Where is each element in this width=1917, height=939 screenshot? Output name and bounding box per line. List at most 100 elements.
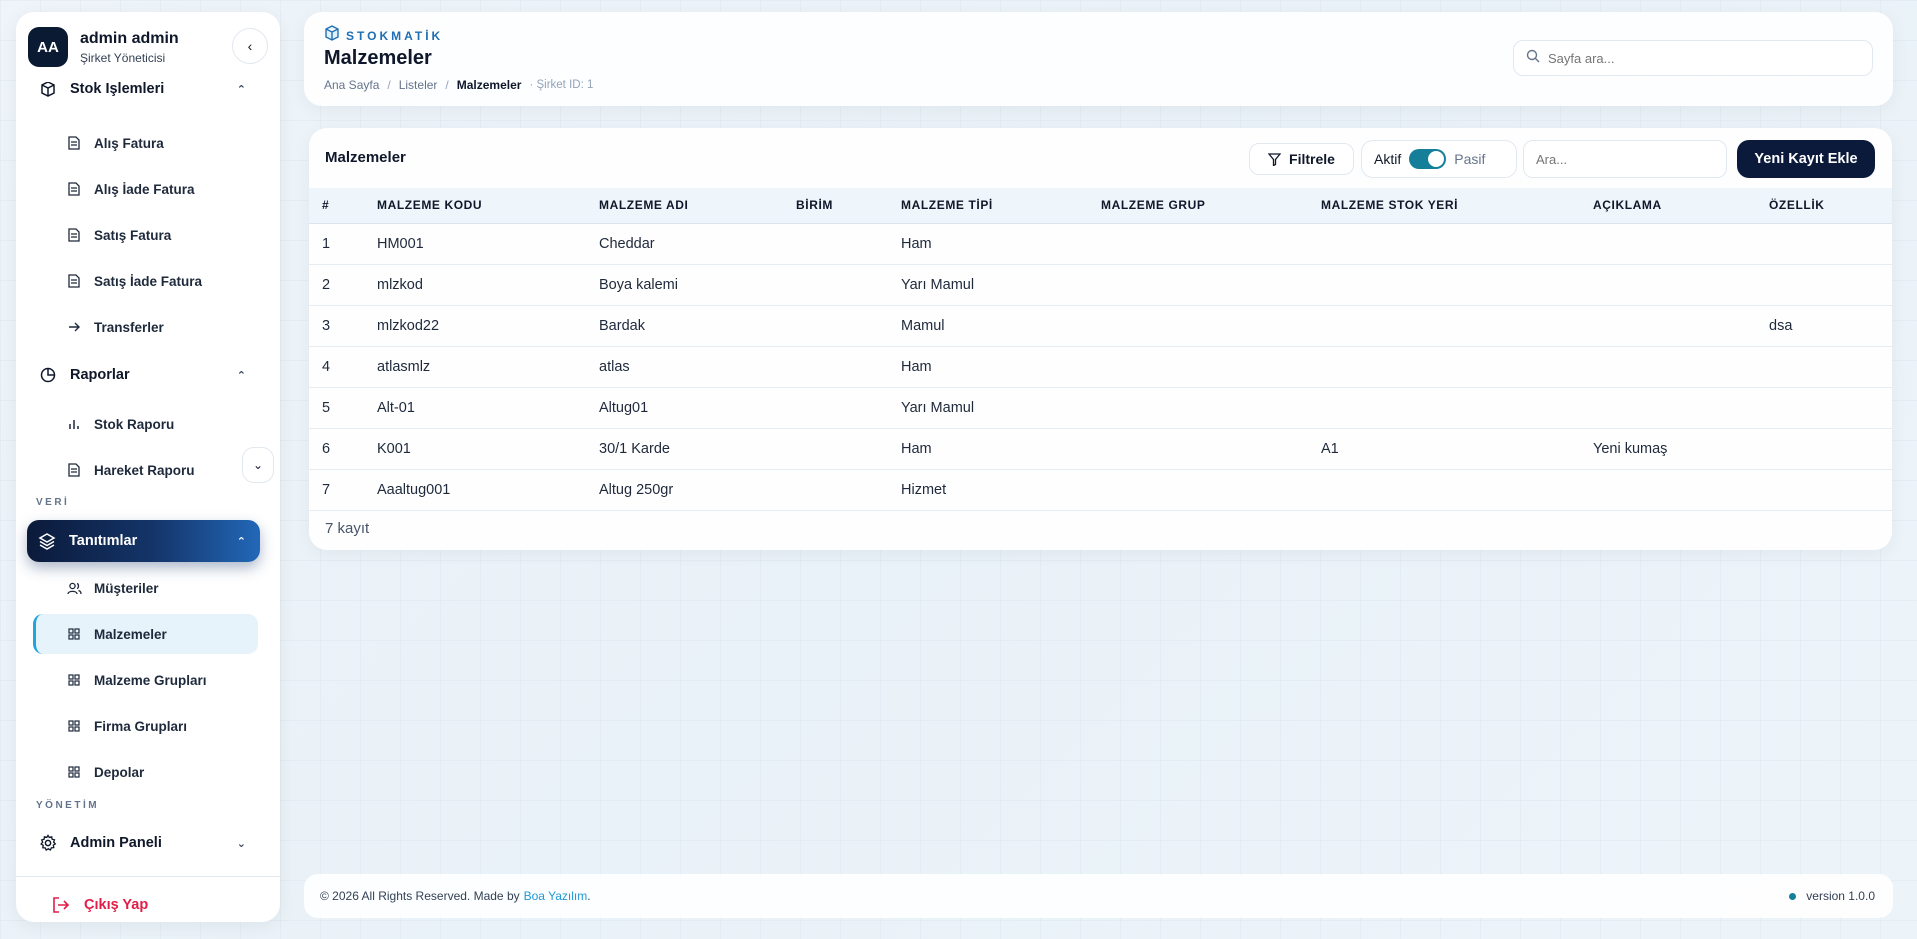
table-cell: Alt-01 <box>364 387 586 429</box>
sidebar-item-transferler[interactable]: Transferler <box>36 307 258 347</box>
sidebar-item-hareket-raporu[interactable]: Hareket Raporu <box>36 450 258 490</box>
table-cell <box>1580 264 1756 306</box>
active-passive-toggle[interactable] <box>1409 149 1447 169</box>
table-search-box[interactable] <box>1523 140 1727 178</box>
sidebar-item-alis-iade-fatura[interactable]: Alış İade Fatura <box>36 169 258 209</box>
scroll-down-button[interactable]: ⌄ <box>242 447 274 483</box>
table-cell <box>783 469 888 511</box>
table-cell <box>1756 346 1892 388</box>
column-header-unit[interactable]: BİRİM <box>783 188 888 224</box>
sidebar-item-musteriler[interactable]: Müşteriler <box>36 568 258 608</box>
table-cell <box>1580 469 1756 511</box>
logout-label: Çıkış Yap <box>84 897 149 913</box>
breadcrumb-link-lists[interactable]: Listeler <box>399 78 438 92</box>
sidebar-item-malzemeler[interactable]: Malzemeler <box>33 614 258 654</box>
chevron-left-icon: ‹ <box>247 38 253 54</box>
sidebar-item-alis-fatura[interactable]: Alış Fatura <box>36 123 258 163</box>
page-search-input[interactable] <box>1548 50 1872 66</box>
table-cell <box>783 264 888 306</box>
toggle-knob <box>1428 151 1445 167</box>
brand-name: STOKMATİK <box>346 28 444 43</box>
table-row[interactable]: 7 Aaaltug001 Altug 250gr Hizmet <box>309 469 1892 511</box>
status-dot <box>1789 892 1797 900</box>
users-icon <box>66 580 82 596</box>
table-cell: HM001 <box>364 223 586 265</box>
column-header-description[interactable]: AÇIKLAMA <box>1580 188 1756 224</box>
column-header-type[interactable]: MALZEME TİPİ <box>888 188 1088 224</box>
status-toggle-group: Aktif Pasif <box>1361 140 1517 178</box>
document-icon <box>66 462 82 478</box>
brand: STOKMATİK <box>324 25 443 46</box>
arrow-right-icon <box>66 319 82 335</box>
sidebar-item-firma-gruplari[interactable]: Firma Grupları <box>36 706 258 746</box>
table-cell: 7 <box>309 469 364 511</box>
table-cell <box>1580 387 1756 429</box>
page-title: Malzemeler <box>324 47 432 69</box>
gear-icon <box>38 833 58 853</box>
sidebar-item-malzeme-gruplari[interactable]: Malzeme Grupları <box>36 660 258 700</box>
filter-button[interactable]: Filtrele <box>1249 143 1354 175</box>
table-cell <box>783 346 888 388</box>
document-icon <box>66 181 82 197</box>
company-link[interactable]: Boa Yazılım <box>524 889 588 903</box>
bar-chart-icon <box>66 416 82 432</box>
table-cell: Cheddar <box>586 223 783 265</box>
collapse-sidebar-button[interactable]: ‹ <box>232 28 268 64</box>
profile-role: Şirket Yöneticisi <box>80 50 166 65</box>
breadcrumb-current: Malzemeler <box>456 78 522 92</box>
table-cell <box>1756 387 1892 429</box>
menu-group-raporlar[interactable]: Raporlar ⌃ <box>28 354 260 396</box>
profile-header: AA admin admin Şirket Yöneticisi ‹ <box>16 12 280 82</box>
table-cell: Ham <box>888 346 1088 388</box>
chevron-up-icon: ⌃ <box>236 535 246 548</box>
chevron-up-icon: ⌃ <box>236 369 246 382</box>
table-row[interactable]: 3 mlzkod22 Bardak Mamul dsa <box>309 305 1892 347</box>
cube-logo-icon <box>324 25 340 46</box>
column-header-name[interactable]: MALZEME ADI <box>586 188 783 224</box>
table-row[interactable]: 1 HM001 Cheddar Ham <box>309 223 1892 265</box>
table-cell: mlzkod <box>364 264 586 306</box>
sidebar-item-satis-fatura[interactable]: Satış Fatura <box>36 215 258 255</box>
table-cell: Ham <box>888 223 1088 265</box>
table-row[interactable]: 4 atlasmlz atlas Ham <box>309 346 1892 388</box>
column-header-index[interactable]: # <box>309 188 364 224</box>
table-cell: 3 <box>309 305 364 347</box>
table-cell <box>1088 469 1308 511</box>
sidebar-item-label: Firma Grupları <box>94 718 188 734</box>
table-search-input[interactable] <box>1536 151 1726 167</box>
chevron-down-icon: ⌄ <box>252 458 264 472</box>
table-cell <box>783 428 888 470</box>
table-row[interactable]: 6 K001 30/1 Karde Ham A1 Yeni kumaş <box>309 428 1892 470</box>
table-row[interactable]: 2 mlzkod Boya kalemi Yarı Mamul <box>309 264 1892 306</box>
table-cell: atlas <box>586 346 783 388</box>
table-cell <box>1308 469 1580 511</box>
column-header-stock-location[interactable]: MALZEME STOK YERİ <box>1308 188 1580 224</box>
sidebar-item-label: Transferler <box>94 319 164 335</box>
menu-group-tanimlar[interactable]: Tanıtımlar ⌃ <box>27 520 260 562</box>
logout-button[interactable]: Çıkış Yap <box>38 884 148 922</box>
sidebar: AA admin admin Şirket Yöneticisi ‹ Stok … <box>16 12 280 922</box>
sidebar-item-stok-raporu[interactable]: Stok Raporu <box>36 404 258 444</box>
breadcrumb-link-home[interactable]: Ana Sayfa <box>324 78 379 92</box>
table-row[interactable]: 5 Alt-01 Altug01 Yarı Mamul <box>309 387 1892 429</box>
avatar: AA <box>28 27 68 67</box>
page-search-box[interactable] <box>1513 40 1873 76</box>
column-header-code[interactable]: MALZEME KODU <box>364 188 586 224</box>
menu-group-label: Admin Paneli <box>70 835 162 851</box>
table-cell: 5 <box>309 387 364 429</box>
chevron-down-icon: ⌄ <box>236 837 246 850</box>
menu-group-admin-paneli[interactable]: Admin Paneli ⌄ <box>28 822 260 864</box>
column-header-feature[interactable]: ÖZELLİK <box>1756 188 1892 224</box>
materials-table-card: Malzemeler Filtrele Aktif Pasif Yeni Kay… <box>309 128 1892 550</box>
column-header-group[interactable]: MALZEME GRUP <box>1088 188 1308 224</box>
new-record-button[interactable]: Yeni Kayıt Ekle <box>1737 140 1875 178</box>
filter-label: Filtrele <box>1289 151 1335 167</box>
box-icon <box>38 79 58 99</box>
search-icon <box>1526 49 1540 68</box>
sidebar-item-depolar[interactable]: Depolar <box>36 752 258 792</box>
table-cell <box>1580 305 1756 347</box>
grid-icon <box>66 672 82 688</box>
sidebar-item-satis-iade-fatura[interactable]: Satış İade Fatura <box>36 261 258 301</box>
sidebar-item-label: Satış İade Fatura <box>94 273 203 289</box>
breadcrumb: Ana Sayfa / Listeler / Malzemeler · Şirk… <box>324 78 593 92</box>
